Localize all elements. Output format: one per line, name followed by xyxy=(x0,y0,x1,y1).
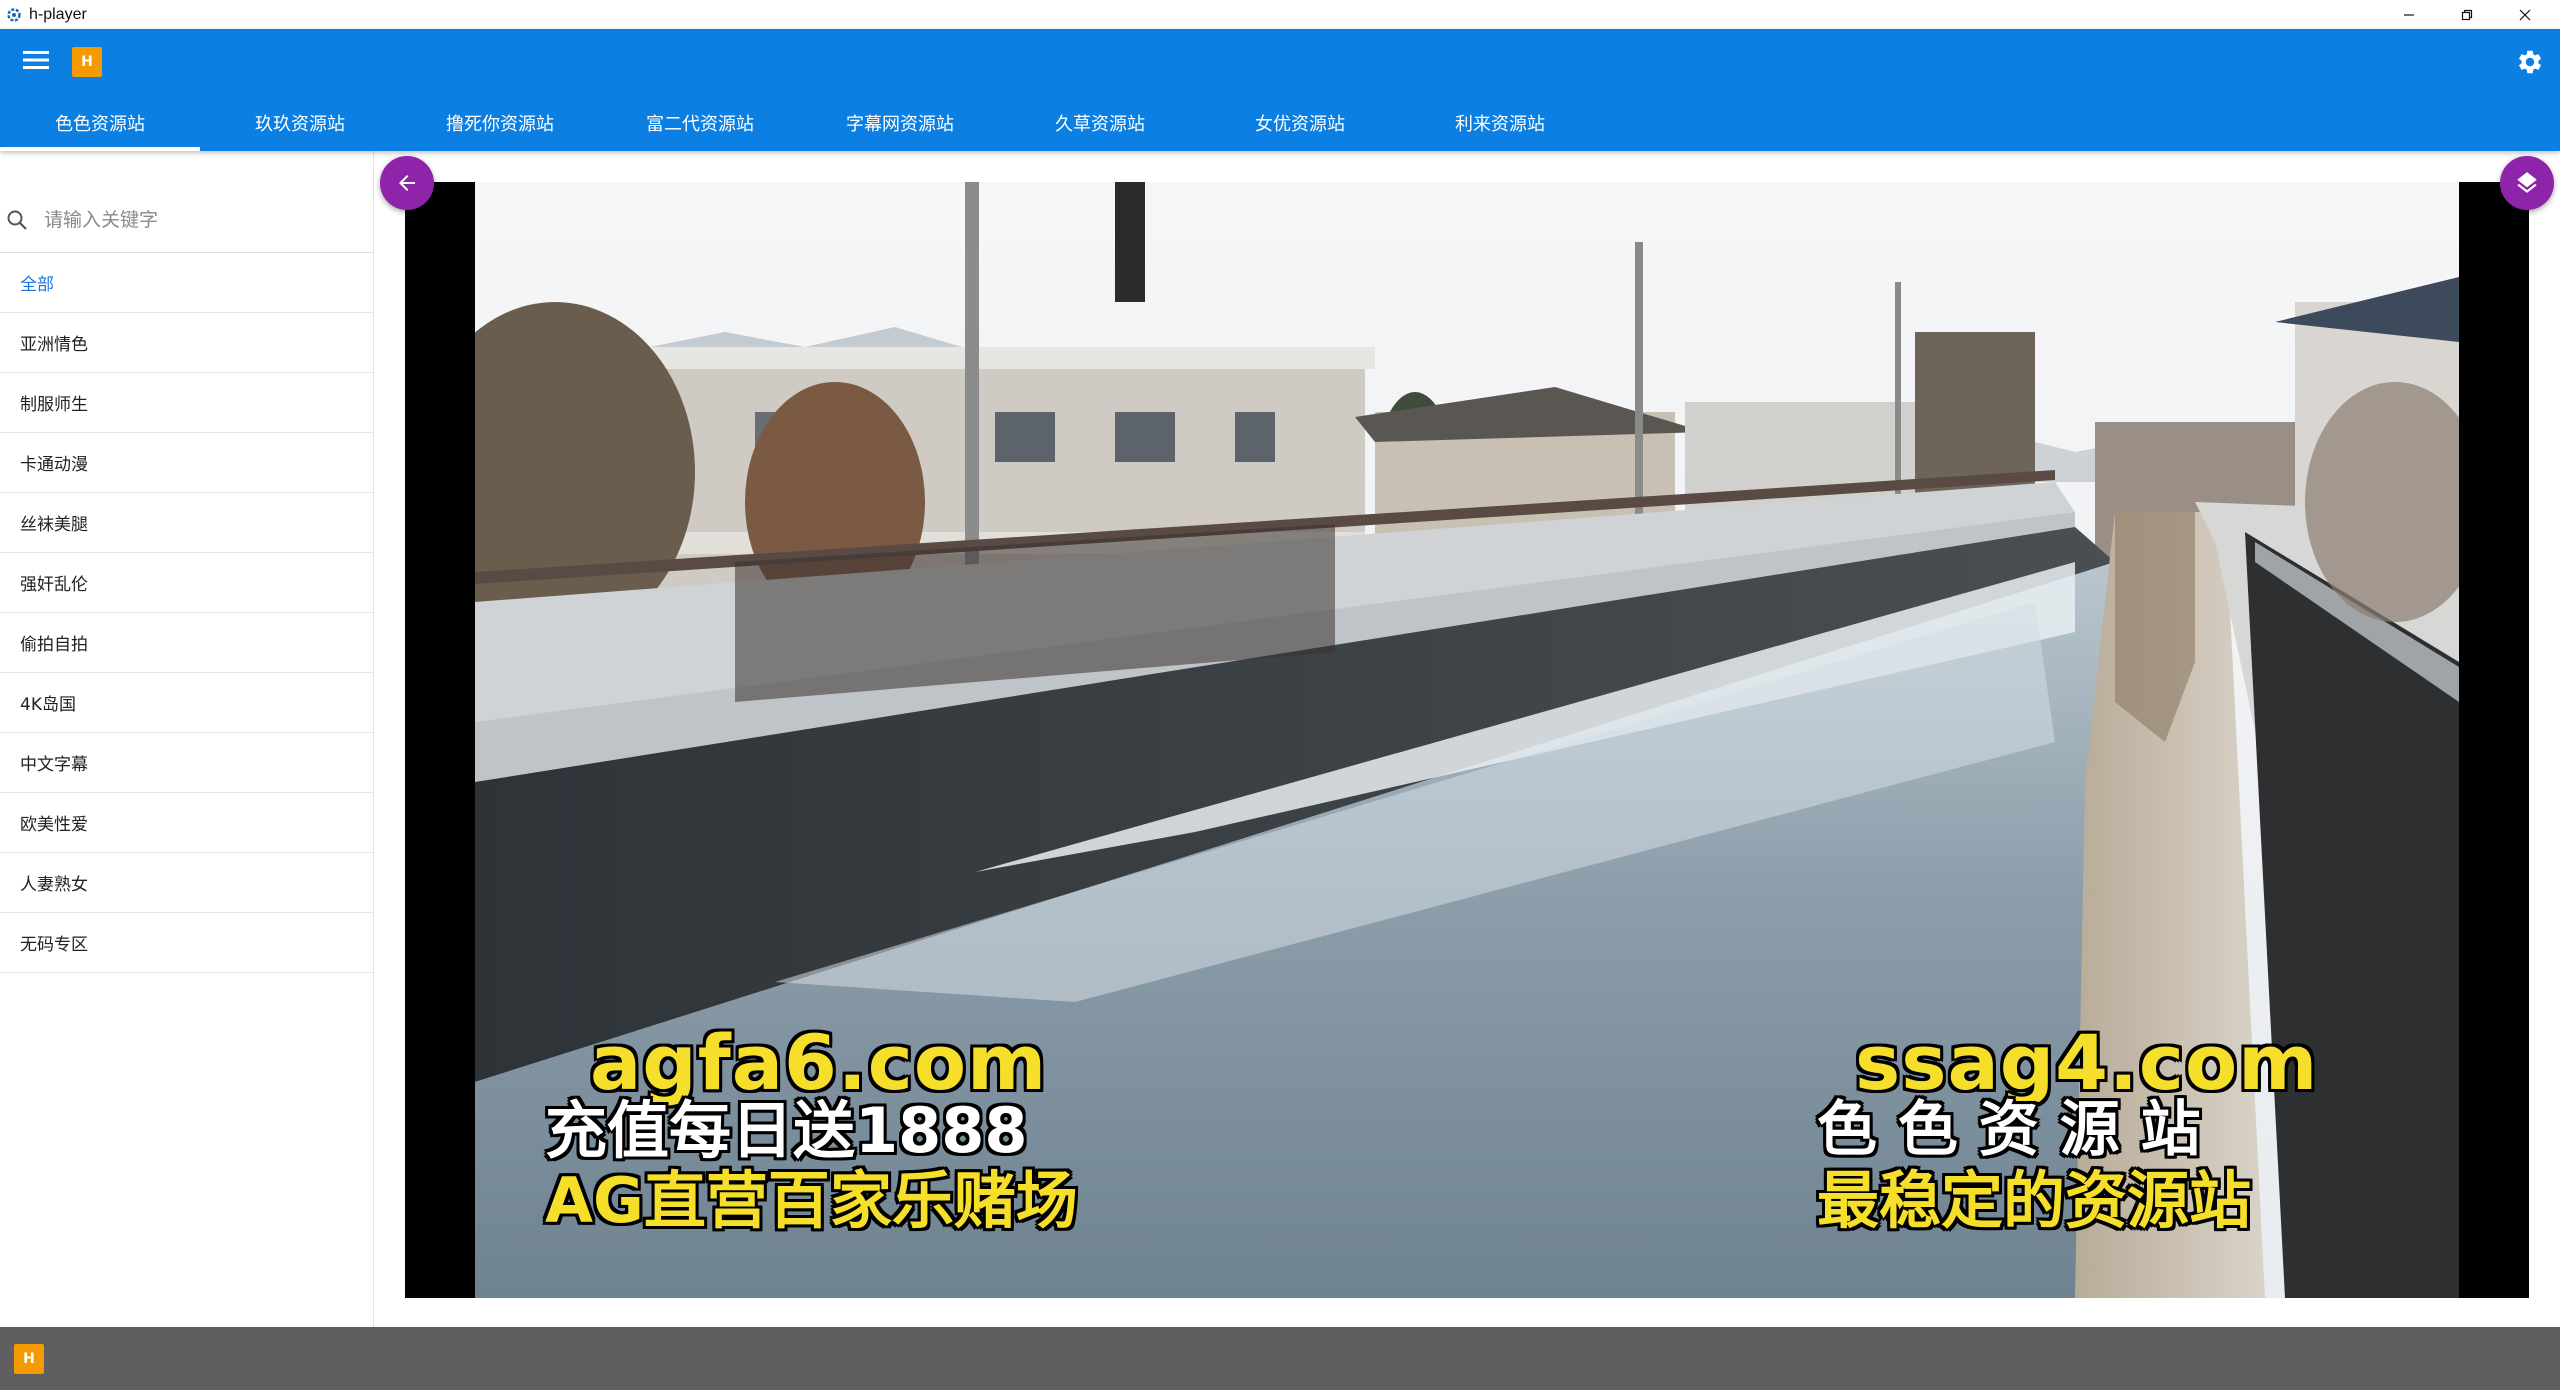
gear-logo-icon xyxy=(5,6,23,24)
layers-icon xyxy=(2517,172,2537,193)
tab-source-2[interactable]: 玖玖资源站 xyxy=(200,95,400,151)
menu-button[interactable] xyxy=(18,45,54,75)
tab-source-3[interactable]: 撸死你资源站 xyxy=(400,95,600,151)
tab-source-7[interactable]: 女优资源站 xyxy=(1200,95,1400,151)
tab-source-6[interactable]: 久草资源站 xyxy=(1000,95,1200,151)
search-icon xyxy=(2,205,32,235)
watermark-left-url: agfa6.com xyxy=(590,1018,1048,1107)
category-item[interactable]: 强奸乱伦 xyxy=(0,553,374,613)
window-title: h-player xyxy=(29,5,87,23)
bottom-status-bar: H xyxy=(0,1327,2560,1390)
minimize-icon xyxy=(2404,13,2414,16)
watermark-right-slogan: 最稳定的资源站 xyxy=(1817,1164,2252,1237)
app-logo: H xyxy=(72,47,102,77)
layers-button[interactable] xyxy=(2500,156,2554,210)
app-window: h-player H 色色资源站 玖玖资源站 撸死你资源站 富二代资源站 字幕网… xyxy=(0,0,2560,1390)
window-titlebar: h-player xyxy=(0,0,2560,29)
watermark-left-promo: 充值每日送1888 xyxy=(545,1094,1028,1167)
hamburger-menu-icon xyxy=(23,51,49,69)
source-tabs: 色色资源站 玖玖资源站 撸死你资源站 富二代资源站 字幕网资源站 久草资源站 女… xyxy=(0,95,1600,151)
category-item[interactable]: 中文字幕 xyxy=(0,733,374,793)
tab-source-8[interactable]: 利来资源站 xyxy=(1400,95,1600,151)
gear-icon xyxy=(2519,50,2541,74)
category-item[interactable]: 4K岛国 xyxy=(0,673,374,733)
tab-source-4[interactable]: 富二代资源站 xyxy=(600,95,800,151)
category-list: 全部 亚洲情色 制服师生 卡通动漫 丝袜美腿 强奸乱伦 偷拍自拍 4K岛国 中文… xyxy=(0,253,374,973)
minimize-button[interactable] xyxy=(2380,0,2438,29)
arrow-left-icon xyxy=(399,175,415,191)
settings-button[interactable] xyxy=(2512,44,2548,80)
watermark-right-site: 色 色 资 源 站 xyxy=(1817,1095,2201,1165)
bottom-app-logo[interactable]: H xyxy=(14,1344,44,1374)
category-item[interactable]: 偷拍自拍 xyxy=(0,613,374,673)
app-bar: H 色色资源站 玖玖资源站 撸死你资源站 富二代资源站 字幕网资源站 久草资源站… xyxy=(0,29,2560,151)
watermark-right-url: ssag4.com xyxy=(1855,1018,2319,1107)
category-item[interactable]: 亚洲情色 xyxy=(0,313,374,373)
category-item[interactable]: 丝袜美腿 xyxy=(0,493,374,553)
category-item-all[interactable]: 全部 xyxy=(0,253,374,313)
category-item[interactable]: 人妻熟女 xyxy=(0,853,374,913)
restore-button[interactable] xyxy=(2438,0,2496,29)
category-item[interactable]: 欧美性爱 xyxy=(0,793,374,853)
category-item[interactable]: 制服师生 xyxy=(0,373,374,433)
search-bar xyxy=(0,187,374,253)
close-button[interactable] xyxy=(2496,0,2554,29)
back-button[interactable] xyxy=(380,156,434,210)
category-sidebar: 全部 亚洲情色 制服师生 卡通动漫 丝袜美腿 强奸乱伦 偷拍自拍 4K岛国 中文… xyxy=(0,151,374,1327)
search-input[interactable] xyxy=(44,208,344,231)
close-icon xyxy=(2519,9,2531,20)
video-player[interactable]: agfa6.com 充值每日送1888 AG直营百家乐赌场 ssag4.com … xyxy=(405,182,2529,1298)
tab-source-1[interactable]: 色色资源站 xyxy=(0,95,200,151)
restore-icon xyxy=(2461,9,2473,20)
category-item[interactable]: 无码专区 xyxy=(0,913,374,973)
watermark-left-casino: AG直营百家乐赌场 xyxy=(545,1164,1078,1237)
tab-source-5[interactable]: 字幕网资源站 xyxy=(800,95,1000,151)
category-item[interactable]: 卡通动漫 xyxy=(0,433,374,493)
